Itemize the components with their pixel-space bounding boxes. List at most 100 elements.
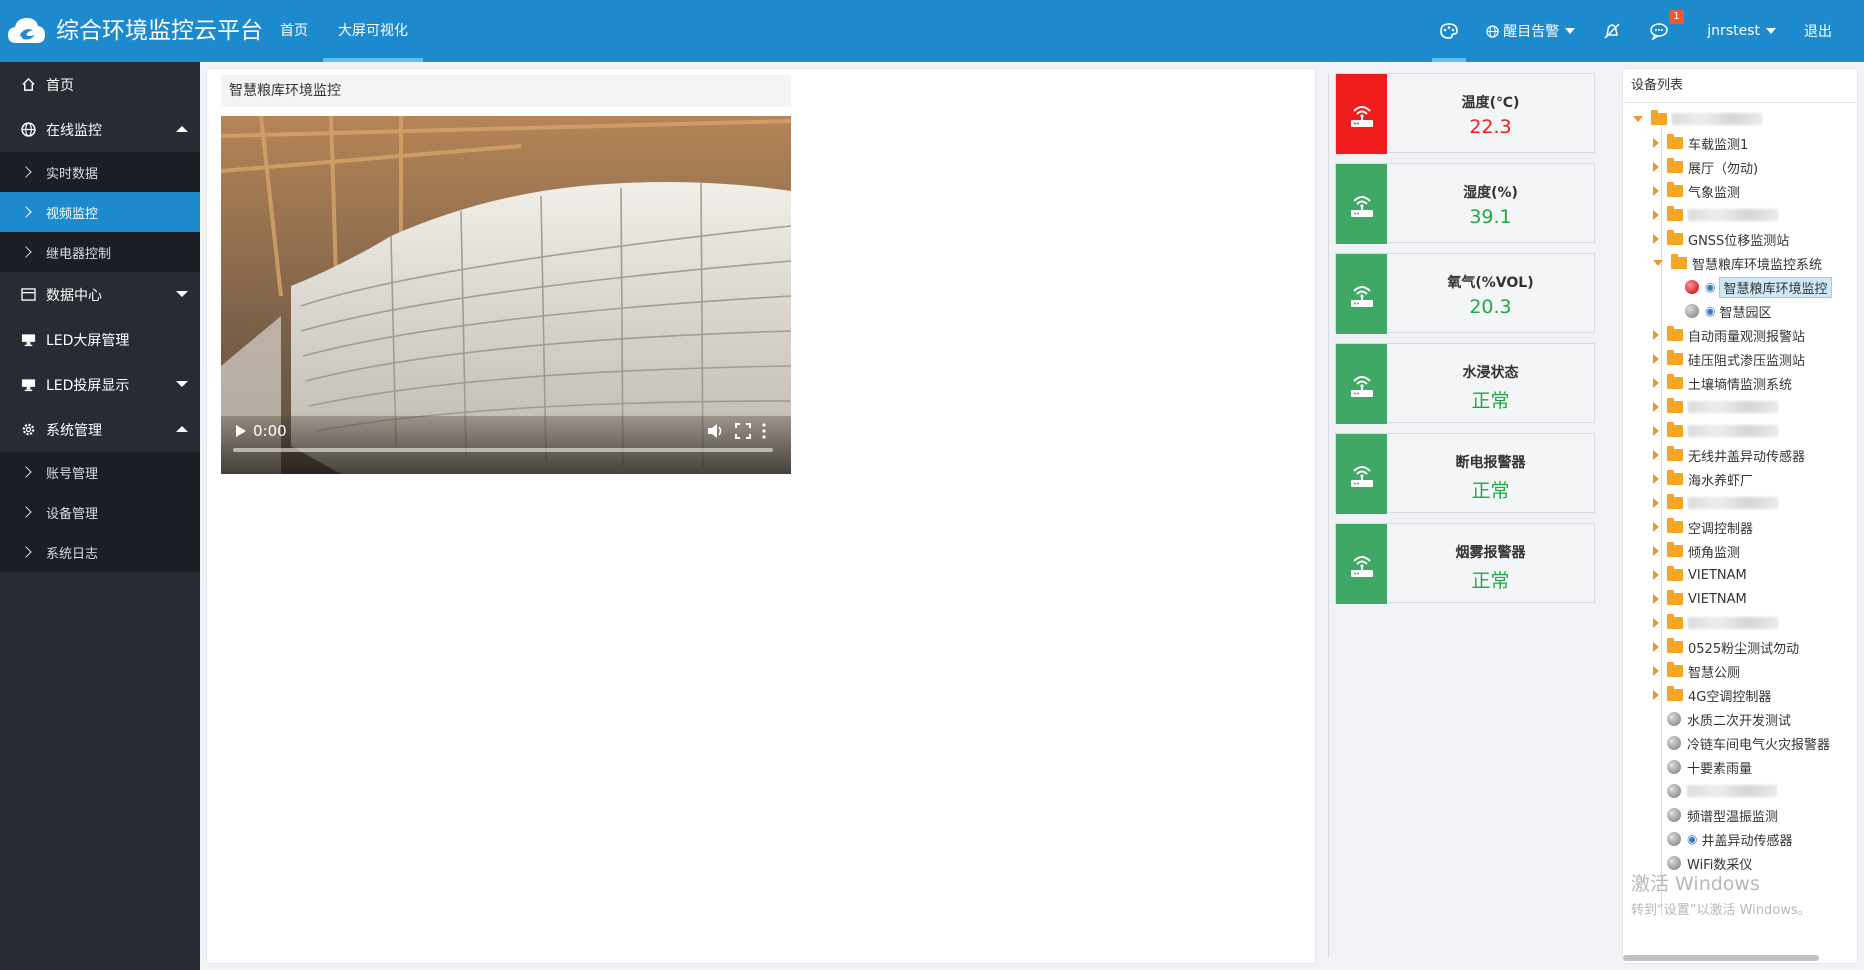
caret-right-icon[interactable] xyxy=(1653,690,1659,700)
tree-device-node[interactable]: 水质二次开发测试 xyxy=(1653,707,1791,731)
tree-folder-node[interactable]: GNSS位移监测站 xyxy=(1653,227,1789,251)
sensor-label: 水浸状态 xyxy=(1462,365,1519,381)
tree-folder-node[interactable] xyxy=(1653,419,1778,443)
user-menu[interactable]: jnrstest xyxy=(1693,0,1790,62)
tree-folder-node[interactable]: 自动雨量观测报警站 xyxy=(1653,323,1805,347)
horizontal-scrollbar[interactable] xyxy=(1623,955,1819,961)
tree-folder-node[interactable]: 无线井盖异动传感器 xyxy=(1653,443,1805,467)
tree-device-node[interactable]: ◉ 智慧粮库环境监控 xyxy=(1685,275,1832,299)
tree-device-node[interactable]: 十要素雨量 xyxy=(1653,755,1752,779)
mute-button[interactable] xyxy=(1589,0,1635,62)
caret-right-icon[interactable] xyxy=(1653,594,1659,604)
caret-right-icon[interactable] xyxy=(1653,498,1659,508)
sensor-card[interactable]: 湿度(%) 39.1 xyxy=(1335,163,1595,244)
tree-folder-node[interactable]: 气象监测 xyxy=(1653,179,1740,203)
tree-device-node[interactable]: 频谱型温振监测 xyxy=(1653,803,1778,827)
messages-button[interactable]: 1 xyxy=(1635,0,1693,62)
tree-folder-node[interactable]: VIETNAM xyxy=(1653,563,1747,587)
sensor-card[interactable]: 水浸状态 正常 xyxy=(1335,343,1595,424)
offline-status-icon xyxy=(1667,784,1681,798)
tree-device-node[interactable]: ◉ 智慧园区 xyxy=(1685,299,1772,323)
offline-status-icon xyxy=(1667,832,1681,846)
caret-right-icon[interactable] xyxy=(1653,474,1659,484)
sidebar-item-video-monitor[interactable]: 视频监控 xyxy=(0,192,200,232)
wifi-router-icon xyxy=(1336,524,1387,604)
tree-device-node[interactable]: 冷链车间电气火灾报警器 xyxy=(1653,731,1830,755)
alarm-dropdown[interactable]: 醒目告警 xyxy=(1472,0,1589,62)
sensor-card[interactable]: 氧气(%VOL) 20.3 xyxy=(1335,253,1595,334)
caret-right-icon[interactable] xyxy=(1653,138,1659,148)
tree-folder-node[interactable]: 空调控制器 xyxy=(1653,515,1753,539)
play-icon[interactable] xyxy=(235,424,247,438)
caret-right-icon[interactable] xyxy=(1653,546,1659,556)
tree-folder-node[interactable]: 车载监测1 xyxy=(1653,131,1748,155)
palette-button[interactable] xyxy=(1426,0,1472,62)
caret-right-icon[interactable] xyxy=(1653,330,1659,340)
tree-folder-node[interactable]: VIETNAM xyxy=(1653,587,1747,611)
caret-right-icon[interactable] xyxy=(1653,618,1659,628)
tree-folder-node[interactable] xyxy=(1653,395,1778,419)
sensor-card[interactable]: 温度(℃) 22.3 xyxy=(1335,73,1595,154)
tree-folder-node[interactable] xyxy=(1653,203,1778,227)
tree-folder-node[interactable]: 智慧粮库环境监控系统 xyxy=(1653,251,1822,275)
sidebar-item-realtime-data[interactable]: 实时数据 xyxy=(0,152,200,192)
tree-folder-node[interactable] xyxy=(1653,491,1778,515)
caret-right-icon[interactable] xyxy=(1653,186,1659,196)
nav-big-screen[interactable]: 大屏可视化 xyxy=(323,0,423,62)
tree-node-label: 无线井盖异动传感器 xyxy=(1688,449,1806,465)
folder-icon xyxy=(1667,470,1683,485)
tree-folder-node[interactable]: 倾角监测 xyxy=(1653,539,1740,563)
caret-right-icon[interactable] xyxy=(1653,378,1659,388)
nav-home[interactable]: 首页 xyxy=(265,0,323,62)
tree-folder-node[interactable] xyxy=(1633,107,1762,131)
sidebar-item-system[interactable]: 系统管理 xyxy=(0,407,200,452)
folder-icon xyxy=(1667,350,1683,365)
caret-right-icon[interactable] xyxy=(1653,234,1659,244)
tree-device-node[interactable]: ◉ 井盖异动传感器 xyxy=(1653,827,1793,851)
caret-right-icon[interactable] xyxy=(1653,402,1659,412)
caret-down-icon[interactable] xyxy=(1633,116,1643,122)
tree-node-label: 土壤墒情监测系统 xyxy=(1688,377,1793,393)
tree-folder-node[interactable]: 硅压阻式渗压监测站 xyxy=(1653,347,1805,371)
caret-right-icon[interactable] xyxy=(1653,450,1659,460)
folder-icon xyxy=(1667,494,1683,509)
tree-folder-node[interactable] xyxy=(1653,611,1778,635)
sidebar-item-led-cast[interactable]: LED投屏显示 xyxy=(0,362,200,407)
sidebar-item-online-monitor[interactable]: 在线监控 xyxy=(0,107,200,152)
sidebar-item-system-log[interactable]: 系统日志 xyxy=(0,532,200,572)
tree-folder-node[interactable]: 智慧公厕 xyxy=(1653,659,1740,683)
sidebar-item-led-screen[interactable]: LED大屏管理 xyxy=(0,317,200,362)
tree-folder-node[interactable]: 土壤墒情监测系统 xyxy=(1653,371,1792,395)
video-progress-bar[interactable] xyxy=(233,448,773,452)
offline-status-icon xyxy=(1667,736,1681,750)
caret-right-icon[interactable] xyxy=(1653,666,1659,676)
caret-up-icon xyxy=(176,126,188,132)
caret-right-icon[interactable] xyxy=(1653,426,1659,436)
main-panel: 智慧粮库环境监控 0:00 xyxy=(206,68,1316,964)
caret-right-icon[interactable] xyxy=(1653,162,1659,172)
sidebar-item-accounts[interactable]: 账号管理 xyxy=(0,452,200,492)
logout-button[interactable]: 退出 xyxy=(1790,0,1864,62)
sidebar-item-home[interactable]: 首页 xyxy=(0,62,200,107)
more-vertical-icon[interactable] xyxy=(761,423,767,439)
caret-right-icon[interactable] xyxy=(1653,354,1659,364)
caret-down-icon[interactable] xyxy=(1653,260,1663,266)
sensor-card[interactable]: 烟雾报警器 正常 xyxy=(1335,523,1595,604)
volume-icon[interactable] xyxy=(707,423,725,439)
caret-right-icon[interactable] xyxy=(1653,210,1659,220)
tree-folder-node[interactable]: 4G空调控制器 xyxy=(1653,683,1771,707)
caret-right-icon[interactable] xyxy=(1653,642,1659,652)
tree-folder-node[interactable]: 展厅（勿动) xyxy=(1653,155,1758,179)
video-player[interactable]: 0:00 xyxy=(221,116,791,474)
sidebar-item-devices[interactable]: 设备管理 xyxy=(0,492,200,532)
sidebar-item-relay-control[interactable]: 继电器控制 xyxy=(0,232,200,272)
sidebar-item-data-center[interactable]: 数据中心 xyxy=(0,272,200,317)
sensor-card[interactable]: 断电报警器 正常 xyxy=(1335,433,1595,514)
caret-right-icon[interactable] xyxy=(1653,570,1659,580)
app-title: 综合环境监控云平台 xyxy=(56,18,263,44)
tree-device-node[interactable] xyxy=(1653,779,1777,803)
caret-right-icon[interactable] xyxy=(1653,522,1659,532)
fullscreen-icon[interactable] xyxy=(735,423,751,439)
tree-folder-node[interactable]: 0525粉尘测试勿动 xyxy=(1653,635,1799,659)
tree-folder-node[interactable]: 海水养虾厂 xyxy=(1653,467,1753,491)
